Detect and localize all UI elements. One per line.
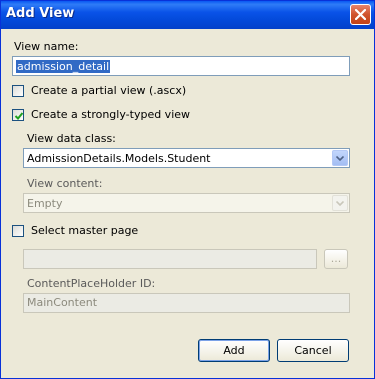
view-content-dropdown-button[interactable] <box>332 195 348 211</box>
partial-view-checkbox[interactable] <box>12 85 24 97</box>
chevron-down-icon <box>336 156 344 161</box>
chevron-down-icon <box>336 201 344 206</box>
strongly-typed-checkbox[interactable] <box>12 109 24 121</box>
view-content-label: View content: <box>27 177 103 190</box>
placeholder-id-value: MainContent <box>27 296 98 309</box>
dialog-body: View name: admission_detail Create a par… <box>1 29 374 378</box>
placeholder-id-input[interactable]: MainContent <box>23 293 350 313</box>
dialog-title: Add View <box>6 6 75 21</box>
view-content-value: Empty <box>27 197 63 210</box>
master-page-path-input[interactable] <box>23 249 317 269</box>
checkmark-icon <box>14 112 24 120</box>
placeholder-id-label: ContentPlaceHolder ID: <box>27 277 156 290</box>
view-data-class-select[interactable]: AdmissionDetails.Models.Student <box>23 148 350 168</box>
strongly-typed-label[interactable]: Create a strongly-typed view <box>31 108 190 121</box>
master-page-checkbox[interactable] <box>12 225 24 237</box>
view-name-label: View name: <box>14 40 79 53</box>
close-button[interactable] <box>350 4 371 25</box>
title-bar[interactable]: Add View <box>1 1 374 29</box>
view-data-class-value: AdmissionDetails.Models.Student <box>27 152 211 165</box>
view-data-class-dropdown-button[interactable] <box>332 150 348 166</box>
close-icon <box>355 9 366 20</box>
browse-button[interactable]: ... <box>324 249 348 269</box>
view-name-input[interactable]: admission_detail <box>12 56 350 76</box>
view-data-class-label: View data class: <box>27 132 116 145</box>
master-page-label[interactable]: Select master page <box>31 224 138 237</box>
add-button[interactable]: Add <box>198 339 270 362</box>
cancel-button[interactable]: Cancel <box>277 339 349 362</box>
add-view-dialog: Add View View name: admission_detail Cre… <box>0 0 375 379</box>
view-content-select[interactable]: Empty <box>23 193 350 213</box>
view-name-value: admission_detail <box>16 60 111 73</box>
partial-view-label[interactable]: Create a partial view (.ascx) <box>31 84 186 97</box>
